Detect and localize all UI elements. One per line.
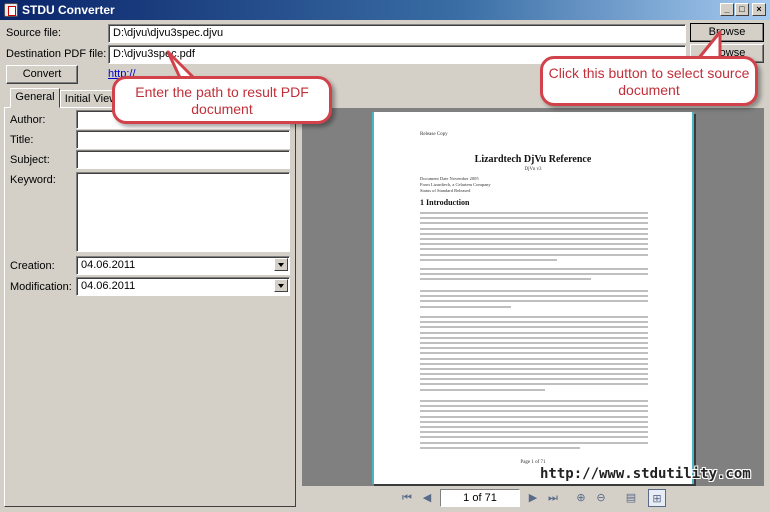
watermark-url: http://www.stdutility.com	[540, 466, 751, 482]
text-paragraph	[420, 400, 648, 452]
title-label: Title:	[10, 134, 34, 146]
keyword-label: Keyword:	[10, 174, 56, 186]
first-page-icon[interactable]: ⏮	[398, 489, 416, 507]
previous-page-icon[interactable]: ◀	[418, 489, 436, 507]
source-file-input[interactable]: D:\djvu\djvu3spec.djvu	[108, 24, 686, 43]
creation-label: Creation:	[10, 260, 55, 272]
title-input[interactable]	[76, 130, 290, 149]
text-paragraph	[420, 268, 648, 284]
document-subtitle: DjVu v3	[524, 167, 542, 172]
zoom-out-icon[interactable]: ⊖	[592, 489, 610, 507]
creation-date-combo[interactable]: 04.06.2011	[76, 256, 290, 275]
page-footer: Page 1 of 71	[520, 460, 546, 465]
zoom-in-icon[interactable]: ⊕	[572, 489, 590, 507]
release-copy-text: Release Copy	[420, 132, 448, 137]
creation-date-value: 04.06.2011	[81, 259, 136, 271]
callout-path: Enter the path to result PDF document	[112, 76, 332, 124]
keyword-textarea[interactable]	[76, 172, 290, 252]
convert-button[interactable]: Convert	[6, 65, 78, 84]
last-page-icon[interactable]: ⏭	[544, 489, 562, 507]
page-indicator[interactable]: 1 of 71	[440, 489, 520, 507]
author-label: Author:	[10, 114, 46, 126]
document-title: Lizardtech DjVu Reference	[474, 154, 592, 165]
minimize-button[interactable]: _	[720, 3, 734, 16]
fit-page-icon[interactable]: ▤	[622, 489, 640, 507]
modification-date-value: 04.06.2011	[81, 280, 136, 292]
document-meta: Document Date November 2005 From Lizardt…	[420, 176, 491, 194]
maximize-button[interactable]: □	[735, 3, 749, 16]
source-file-label: Source file:	[6, 27, 62, 39]
title-bar[interactable]: STDU Converter _ □ ×	[0, 0, 770, 20]
section-heading: 1 Introduction	[420, 198, 470, 207]
text-paragraph	[420, 316, 648, 394]
chevron-down-icon[interactable]	[274, 258, 288, 271]
subject-label: Subject:	[10, 154, 50, 166]
tab-general[interactable]: General	[10, 88, 60, 108]
modification-date-combo[interactable]: 04.06.2011	[76, 277, 290, 296]
fit-width-icon[interactable]: ⊞	[648, 489, 666, 507]
destination-file-label: Destination PDF file:	[6, 48, 107, 60]
close-button[interactable]: ×	[752, 3, 766, 16]
meta-line: Status of Standard Released	[420, 188, 471, 193]
window-title: STDU Converter	[22, 3, 115, 17]
text-paragraph	[420, 212, 648, 264]
modification-label: Modification:	[10, 281, 72, 293]
next-page-icon[interactable]: ▶	[524, 489, 542, 507]
subject-input[interactable]	[76, 150, 290, 169]
callout-browse: Click this button to select source docum…	[540, 56, 758, 106]
chevron-down-icon[interactable]	[274, 279, 288, 292]
app-icon	[4, 3, 18, 17]
preview-page: Release Copy Lizardtech DjVu Reference D…	[372, 112, 694, 484]
text-paragraph	[420, 290, 648, 311]
